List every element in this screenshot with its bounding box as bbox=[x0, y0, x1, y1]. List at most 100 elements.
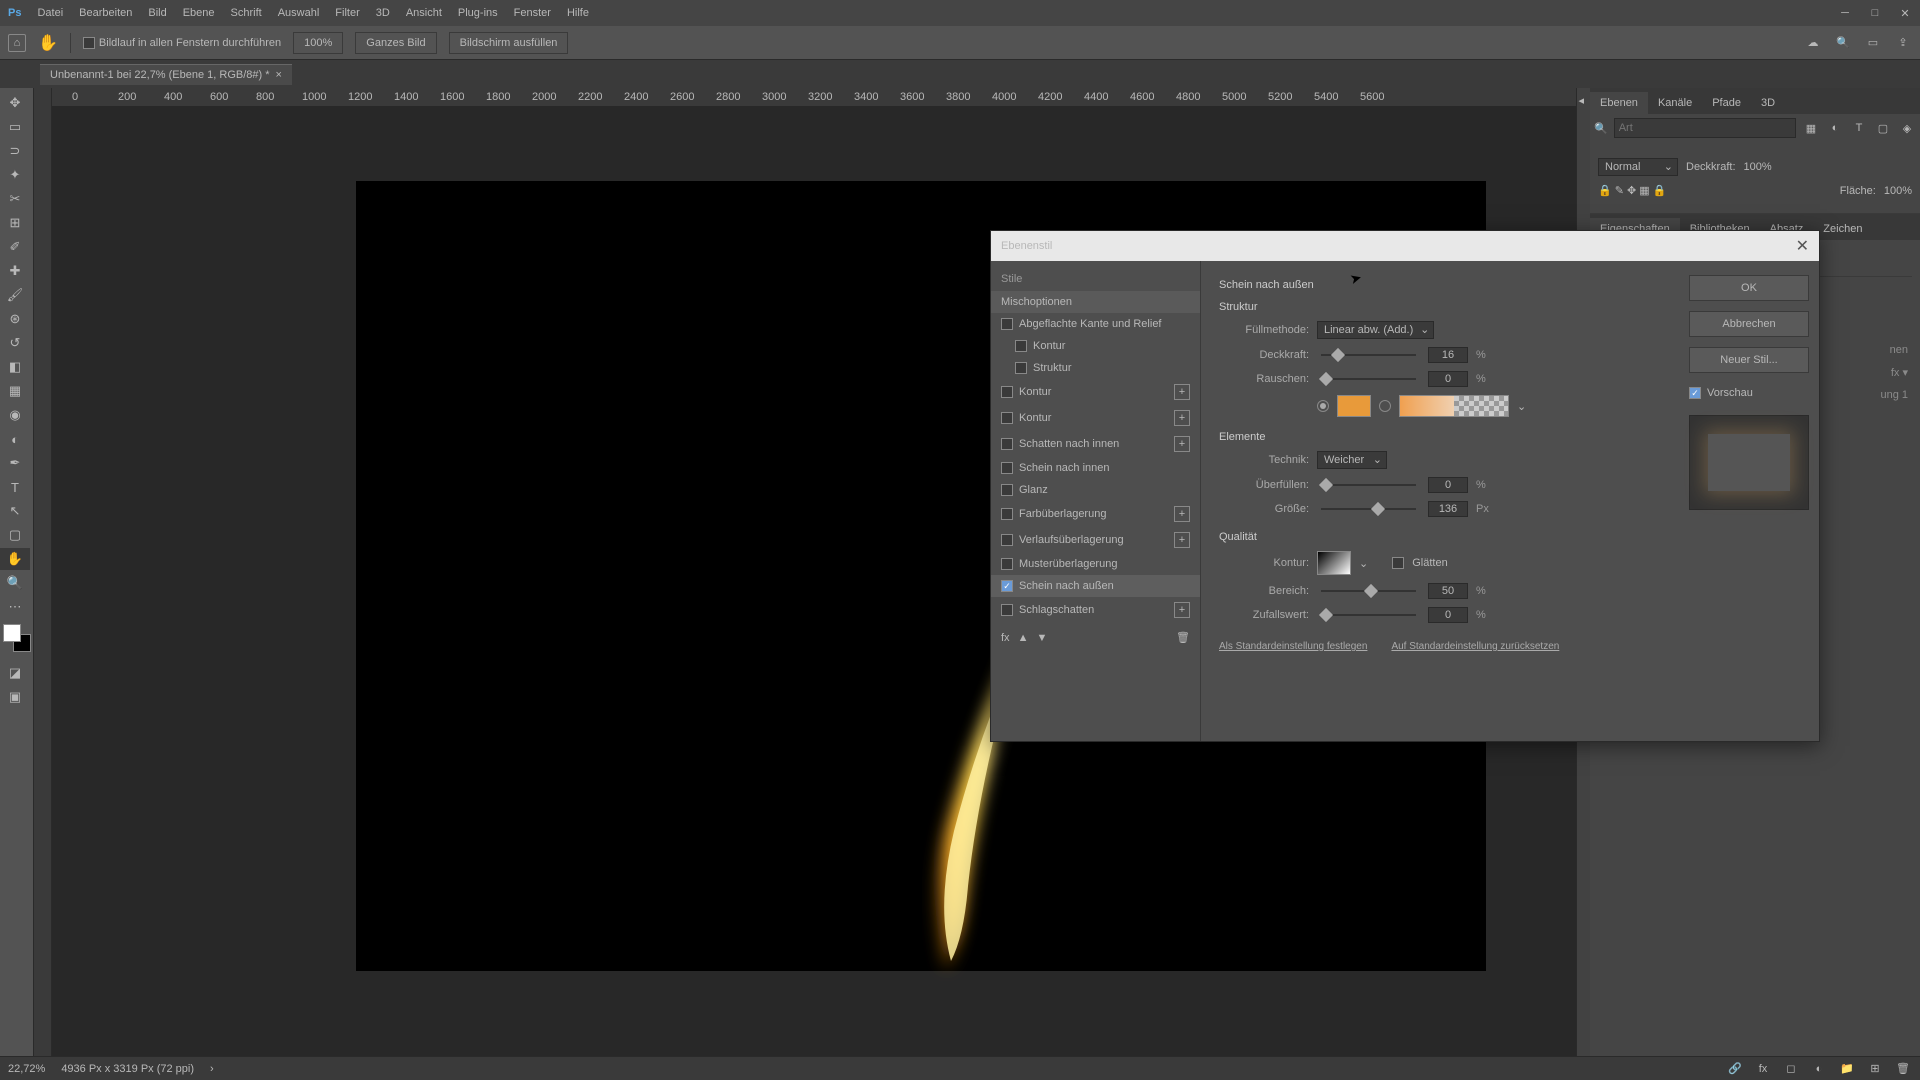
menu-bild[interactable]: Bild bbox=[148, 7, 166, 19]
lock-icons[interactable]: 🔒 ✎ ✥ ▦ 🔒 bbox=[1598, 184, 1666, 197]
tab-ebenen[interactable]: Ebenen bbox=[1590, 92, 1648, 114]
path-tool-icon[interactable]: ↖ bbox=[0, 500, 30, 522]
style-inner-shadow[interactable]: Schatten nach innen+ bbox=[991, 431, 1200, 457]
menu-ansicht[interactable]: Ansicht bbox=[406, 7, 442, 19]
gradient-radio[interactable] bbox=[1379, 400, 1391, 412]
eyedropper-tool-icon[interactable]: ✐ bbox=[0, 236, 30, 258]
opacity-slider[interactable] bbox=[1321, 354, 1416, 356]
add-drop-shadow-icon[interactable]: + bbox=[1174, 602, 1190, 618]
style-gradient-overlay[interactable]: Verlaufsüberlagerung+ bbox=[991, 527, 1200, 553]
dialog-close-icon[interactable]: ✕ bbox=[1796, 236, 1809, 256]
stamp-tool-icon[interactable]: ⊛ bbox=[0, 308, 30, 330]
add-inner-shadow-icon[interactable]: + bbox=[1174, 436, 1190, 452]
jitter-value[interactable]: 0 bbox=[1428, 607, 1468, 623]
size-slider[interactable] bbox=[1321, 508, 1416, 510]
shape-tool-icon[interactable]: ▢ bbox=[0, 524, 30, 546]
scroll-all-checkbox[interactable]: Bildlauf in allen Fenstern durchführen bbox=[83, 37, 281, 49]
style-pattern-overlay[interactable]: Musterüberlagerung bbox=[991, 553, 1200, 575]
share-icon[interactable]: ⇪ bbox=[1894, 34, 1912, 52]
menu-3d[interactable]: 3D bbox=[376, 7, 390, 19]
screenmode-icon[interactable]: ▣ bbox=[0, 686, 30, 708]
menu-filter[interactable]: Filter bbox=[335, 7, 359, 19]
blur-tool-icon[interactable]: ◉ bbox=[0, 404, 30, 426]
foreground-color-swatch[interactable] bbox=[3, 624, 21, 642]
wand-tool-icon[interactable]: ✦ bbox=[0, 164, 30, 186]
spread-slider[interactable] bbox=[1321, 484, 1416, 486]
menu-bearbeiten[interactable]: Bearbeiten bbox=[79, 7, 132, 19]
cloud-icon[interactable]: ☁ bbox=[1804, 34, 1822, 52]
move-tool-icon[interactable]: ✥ bbox=[0, 92, 30, 114]
tab-close-icon[interactable]: × bbox=[276, 69, 282, 81]
zoom-100-button[interactable]: 100% bbox=[293, 32, 343, 54]
blend-mode-dropdown[interactable]: Normal bbox=[1598, 158, 1678, 176]
noise-slider[interactable] bbox=[1321, 378, 1416, 380]
hand-tool-icon[interactable]: ✋ bbox=[38, 33, 58, 53]
blend-mode-select[interactable]: Linear abw. (Add.) bbox=[1317, 321, 1434, 339]
filter-pixel-icon[interactable]: ▦ bbox=[1802, 120, 1820, 136]
delete-style-icon[interactable]: 🗑 bbox=[1176, 631, 1190, 644]
opacity-value[interactable]: 100% bbox=[1744, 161, 1772, 173]
style-color-overlay[interactable]: Farbüberlagerung+ bbox=[991, 501, 1200, 527]
color-swatches[interactable] bbox=[3, 624, 31, 652]
tab-pfade[interactable]: Pfade bbox=[1702, 92, 1751, 114]
document-tab[interactable]: Unbenannt-1 bei 22,7% (Ebene 1, RGB/8#) … bbox=[40, 64, 292, 85]
anti-alias-checkbox[interactable] bbox=[1392, 557, 1404, 569]
zoom-level[interactable]: 22,72% bbox=[8, 1063, 45, 1075]
spread-value[interactable]: 0 bbox=[1428, 477, 1468, 493]
gradient-chevron-icon[interactable]: ⌄ bbox=[1517, 400, 1526, 413]
fill-screen-button[interactable]: Bildschirm ausfüllen bbox=[449, 32, 569, 54]
style-blend-options[interactable]: Mischoptionen bbox=[991, 291, 1200, 313]
contour-picker[interactable] bbox=[1317, 551, 1351, 575]
noise-value[interactable]: 0 bbox=[1428, 371, 1468, 387]
style-stroke-2[interactable]: Kontur+ bbox=[991, 405, 1200, 431]
fx-icon[interactable]: fx bbox=[1001, 632, 1010, 644]
size-value[interactable]: 136 bbox=[1428, 501, 1468, 517]
menu-auswahl[interactable]: Auswahl bbox=[278, 7, 320, 19]
new-style-button[interactable]: Neuer Stil... bbox=[1689, 347, 1809, 373]
menu-datei[interactable]: Datei bbox=[37, 7, 63, 19]
type-tool-icon[interactable]: T bbox=[0, 476, 30, 498]
delete-layer-icon[interactable]: 🗑 bbox=[1894, 1061, 1912, 1077]
filter-smart-icon[interactable]: ◈ bbox=[1898, 120, 1916, 136]
glow-color-swatch[interactable] bbox=[1337, 395, 1371, 417]
layer-search-input[interactable] bbox=[1614, 118, 1796, 138]
filter-adjust-icon[interactable]: ◐ bbox=[1826, 120, 1844, 136]
eraser-tool-icon[interactable]: ◧ bbox=[0, 356, 30, 378]
crop-tool-icon[interactable]: ✂ bbox=[0, 188, 30, 210]
ok-button[interactable]: OK bbox=[1689, 275, 1809, 301]
menu-schrift[interactable]: Schrift bbox=[231, 7, 262, 19]
add-color-overlay-icon[interactable]: + bbox=[1174, 506, 1190, 522]
color-radio[interactable] bbox=[1317, 400, 1329, 412]
brush-tool-icon[interactable]: 🖌 bbox=[0, 284, 30, 306]
style-inner-glow[interactable]: Schein nach innen bbox=[991, 457, 1200, 479]
add-stroke-icon[interactable]: + bbox=[1174, 410, 1190, 426]
layer-mask-icon[interactable]: ◻ bbox=[1782, 1061, 1800, 1077]
home-icon[interactable]: ⌂ bbox=[8, 34, 26, 52]
menu-ebene[interactable]: Ebene bbox=[183, 7, 215, 19]
add-stroke-icon[interactable]: + bbox=[1174, 384, 1190, 400]
link-layers-icon[interactable]: 🔗 bbox=[1726, 1061, 1744, 1077]
more-tools-icon[interactable]: ⋯ bbox=[0, 596, 30, 618]
jitter-slider[interactable] bbox=[1321, 614, 1416, 616]
move-up-icon[interactable]: ▲ bbox=[1018, 632, 1029, 644]
style-outer-glow[interactable]: Schein nach außen bbox=[991, 575, 1200, 597]
technique-select[interactable]: Weicher bbox=[1317, 451, 1387, 469]
style-stroke-1[interactable]: Kontur+ bbox=[991, 379, 1200, 405]
search-icon[interactable]: 🔍 bbox=[1834, 34, 1852, 52]
pen-tool-icon[interactable]: ✒ bbox=[0, 452, 30, 474]
gradient-tool-icon[interactable]: ▦ bbox=[0, 380, 30, 402]
range-slider[interactable] bbox=[1321, 590, 1416, 592]
history-brush-icon[interactable]: ↺ bbox=[0, 332, 30, 354]
style-bevel-texture[interactable]: Struktur bbox=[991, 357, 1200, 379]
collapse-icon[interactable]: ◂ bbox=[1579, 94, 1589, 104]
layer-fx-icon[interactable]: fx bbox=[1754, 1061, 1772, 1077]
dodge-tool-icon[interactable]: ◐ bbox=[0, 428, 30, 450]
move-down-icon[interactable]: ▼ bbox=[1036, 632, 1047, 644]
lasso-tool-icon[interactable]: ⊃ bbox=[0, 140, 30, 162]
cancel-button[interactable]: Abbrechen bbox=[1689, 311, 1809, 337]
new-layer-icon[interactable]: ⊞ bbox=[1866, 1061, 1884, 1077]
tab-3d[interactable]: 3D bbox=[1751, 92, 1785, 114]
style-drop-shadow[interactable]: Schlagschatten+ bbox=[991, 597, 1200, 623]
maximize-icon[interactable]: □ bbox=[1860, 0, 1890, 26]
workspace-icon[interactable]: ▭ bbox=[1864, 34, 1882, 52]
